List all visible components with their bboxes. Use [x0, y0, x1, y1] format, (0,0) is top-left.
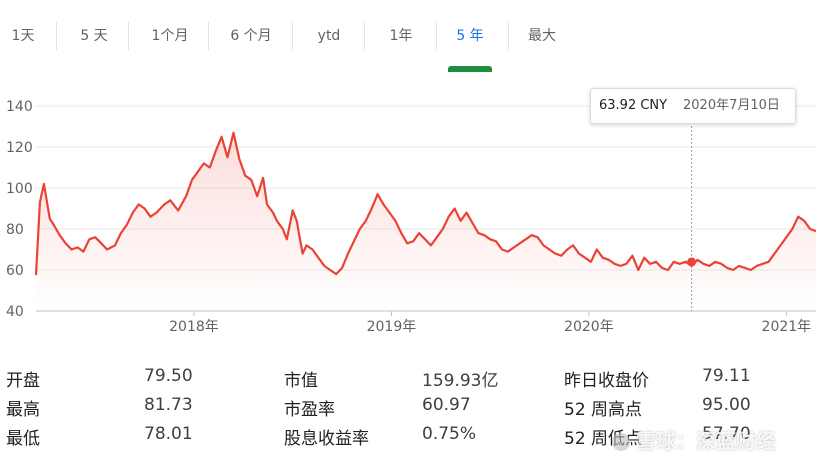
price-tooltip: 63.92 CNY 2020年7月10日: [590, 88, 796, 124]
watermark: 雪球：深蓝财经: [612, 425, 776, 454]
tab-divider: [56, 22, 57, 50]
tab-1d[interactable]: 1天: [0, 16, 46, 56]
tab-6m[interactable]: 6 个月: [222, 16, 280, 56]
tab-1m[interactable]: 1个月: [142, 16, 198, 56]
x-tick-label: 2020年: [564, 319, 614, 335]
low-value: 78.01: [144, 424, 193, 444]
snowball-logo-icon: [612, 433, 630, 451]
open-value: 79.50: [144, 366, 193, 386]
y-axis-ticks: 140 120 100 80 60 40: [6, 99, 33, 320]
tooltip-price: 63.92 CNY: [599, 98, 668, 113]
range-tabs: 1天 5 天 1个月 6 个月 ytd 1年 5 年 最大: [0, 16, 580, 72]
dividend-yield-value: 0.75%: [422, 424, 477, 444]
52wk-high-value: 95.00: [702, 395, 751, 415]
y-tick-label: 40: [6, 304, 24, 320]
tab-max[interactable]: 最大: [518, 16, 566, 56]
pe-ratio-value: 60.97: [422, 395, 471, 415]
y-tick-label: 80: [6, 222, 24, 238]
tab-divider: [208, 22, 209, 50]
y-tick-label: 100: [6, 181, 33, 197]
tab-ytd[interactable]: ytd: [306, 16, 352, 56]
tab-divider: [508, 22, 509, 50]
watermark-text: 雪球：深蓝财经: [636, 429, 776, 453]
hover-point-marker: [687, 257, 697, 267]
prev-close-value: 79.11: [702, 366, 751, 386]
y-tick-label: 120: [6, 140, 33, 156]
y-tick-label: 60: [6, 263, 24, 279]
market-cap-value: 159.93亿: [422, 371, 499, 391]
x-tick-label: 2021年: [762, 319, 812, 335]
x-axis-ticks: 2018年 2019年 2020年 2021年: [169, 311, 811, 335]
tab-divider: [128, 22, 129, 50]
y-tick-label: 140: [6, 99, 33, 115]
tooltip-date: 2020年7月10日: [683, 98, 780, 113]
tab-divider: [436, 22, 437, 50]
x-tick-label: 2018年: [169, 319, 219, 335]
price-area-fill: [36, 132, 816, 311]
tab-divider: [364, 22, 365, 50]
high-label: 最高: [6, 400, 40, 420]
active-tab-indicator: [448, 66, 492, 72]
52wk-high-label: 52 周高点: [564, 400, 643, 420]
tab-1y[interactable]: 1年: [378, 16, 424, 56]
tab-5d[interactable]: 5 天: [70, 16, 118, 56]
open-label: 开盘: [6, 371, 40, 391]
x-tick-label: 2019年: [367, 319, 417, 335]
prev-close-label: 昨日收盘价: [564, 371, 649, 391]
low-label: 最低: [6, 429, 40, 449]
pe-ratio-label: 市盈率: [284, 400, 335, 420]
tab-divider: [292, 22, 293, 50]
high-value: 81.73: [144, 395, 193, 415]
dividend-yield-label: 股息收益率: [284, 429, 369, 449]
tab-5y[interactable]: 5 年: [446, 16, 494, 56]
market-cap-label: 市值: [284, 371, 318, 391]
